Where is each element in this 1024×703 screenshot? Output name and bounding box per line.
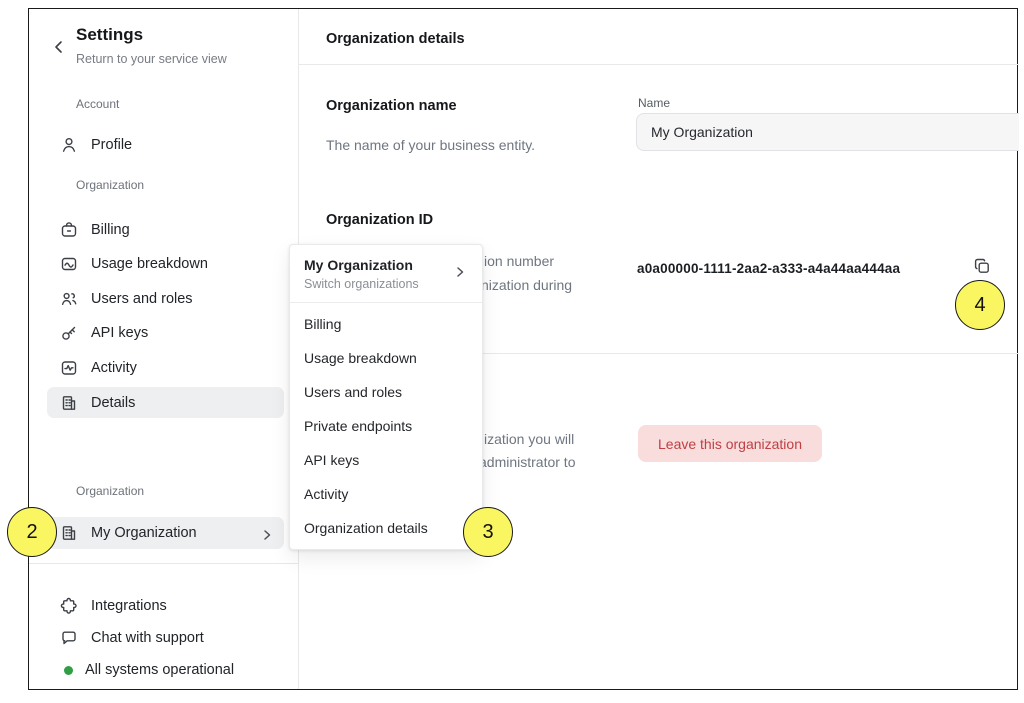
copy-icon[interactable] bbox=[972, 256, 992, 276]
key-icon bbox=[59, 323, 79, 343]
callout-circle-3: 3 bbox=[463, 507, 513, 557]
chevron-right-icon bbox=[261, 528, 273, 540]
sidebar-item-label: Chat with support bbox=[91, 630, 204, 646]
callout-circle-2: 2 bbox=[7, 507, 57, 557]
org-id-title: Organization ID bbox=[326, 212, 433, 228]
leave-description-line1: ization you will bbox=[484, 431, 574, 447]
sidebar-item-profile[interactable]: Profile bbox=[59, 130, 132, 160]
sidebar-item-my-organization[interactable]: My Organization bbox=[59, 518, 197, 548]
callout-circle-4: 4 bbox=[955, 280, 1005, 330]
return-link[interactable]: Return to your service view bbox=[76, 52, 227, 66]
sidebar-item-label: Activity bbox=[91, 360, 137, 376]
sidebar-item-label: My Organization bbox=[91, 525, 197, 541]
sidebar-item-label: Details bbox=[91, 395, 135, 411]
sidebar-item-billing[interactable]: Billing bbox=[59, 215, 130, 245]
person-icon bbox=[59, 135, 79, 155]
dropdown-item-users-and-roles[interactable]: Users and roles bbox=[290, 375, 482, 409]
dropdown-item-private-endpoints[interactable]: Private endpoints bbox=[290, 409, 482, 443]
dropdown-item-billing[interactable]: Billing bbox=[290, 307, 482, 341]
dropdown-org-name[interactable]: My Organization bbox=[304, 257, 413, 273]
sidebar-item-label: API keys bbox=[91, 325, 148, 341]
status-label: All systems operational bbox=[85, 662, 234, 678]
org-name-description: The name of your business entity. bbox=[326, 137, 535, 153]
dropdown-item-usage-breakdown[interactable]: Usage breakdown bbox=[290, 341, 482, 375]
users-icon bbox=[59, 289, 79, 309]
chevron-left-icon[interactable] bbox=[51, 39, 67, 55]
dropdown-item-organization-details[interactable]: Organization details bbox=[290, 511, 482, 545]
sidebar-item-label: Profile bbox=[91, 137, 132, 153]
sidebar-item-users-and-roles[interactable]: Users and roles bbox=[59, 284, 193, 314]
building-icon bbox=[59, 523, 79, 543]
wallet-icon bbox=[59, 220, 79, 240]
org-name-title: Organization name bbox=[326, 98, 457, 114]
sidebar-item-integrations[interactable]: Integrations bbox=[59, 593, 167, 619]
sidebar-footer-divider bbox=[29, 563, 298, 564]
name-input-clip bbox=[636, 113, 1019, 153]
header-divider bbox=[298, 64, 1019, 65]
puzzle-icon bbox=[59, 596, 79, 616]
sidebar-item-chat-with-support[interactable]: Chat with support bbox=[59, 625, 204, 651]
section-label-account: Account bbox=[76, 97, 119, 111]
sidebar-item-details[interactable]: Details bbox=[59, 388, 135, 418]
sidebar-item-label: Usage breakdown bbox=[91, 256, 208, 272]
org-id-description-line2: nization during bbox=[481, 277, 572, 293]
sidebar-item-system-status[interactable]: All systems operational bbox=[59, 657, 234, 683]
sidebar-item-label: Billing bbox=[91, 222, 130, 238]
sidebar-item-activity[interactable]: Activity bbox=[59, 353, 137, 383]
sidebar-item-label: Integrations bbox=[91, 598, 167, 614]
page-title: Settings bbox=[76, 25, 143, 45]
org-id-value: a0a00000-1111-2aa2-a333-a4a44aa444aa bbox=[637, 261, 900, 276]
section-label-organization: Organization bbox=[76, 178, 144, 192]
activity-icon bbox=[59, 358, 79, 378]
dropdown-item-api-keys[interactable]: API keys bbox=[290, 443, 482, 477]
org-id-description-line1: ion number bbox=[484, 253, 554, 269]
app-window: Settings Return to your service view Acc… bbox=[28, 8, 1018, 690]
name-input[interactable] bbox=[636, 113, 1019, 151]
main-header-title: Organization details bbox=[326, 31, 465, 47]
sidebar-item-usage-breakdown[interactable]: Usage breakdown bbox=[59, 249, 208, 279]
name-field-label: Name bbox=[638, 96, 670, 110]
leave-description-line2: administrator to bbox=[479, 454, 575, 470]
organization-switcher-dropdown: My Organization Switch organizations Bil… bbox=[289, 244, 483, 550]
leave-organization-button[interactable]: Leave this organization bbox=[638, 425, 822, 462]
chevron-right-icon bbox=[454, 265, 466, 277]
sidebar-item-label: Users and roles bbox=[91, 291, 193, 307]
section-label-organization-switcher: Organization bbox=[76, 484, 144, 498]
chat-bubble-icon bbox=[59, 628, 79, 648]
sidebar-item-api-keys[interactable]: API keys bbox=[59, 318, 148, 348]
status-dot-icon bbox=[64, 666, 73, 675]
building-icon bbox=[59, 393, 79, 413]
usage-chart-icon bbox=[59, 254, 79, 274]
dropdown-item-activity[interactable]: Activity bbox=[290, 477, 482, 511]
dropdown-switch-label: Switch organizations bbox=[304, 277, 419, 291]
dropdown-menu-list: Billing Usage breakdown Users and roles … bbox=[290, 303, 482, 549]
